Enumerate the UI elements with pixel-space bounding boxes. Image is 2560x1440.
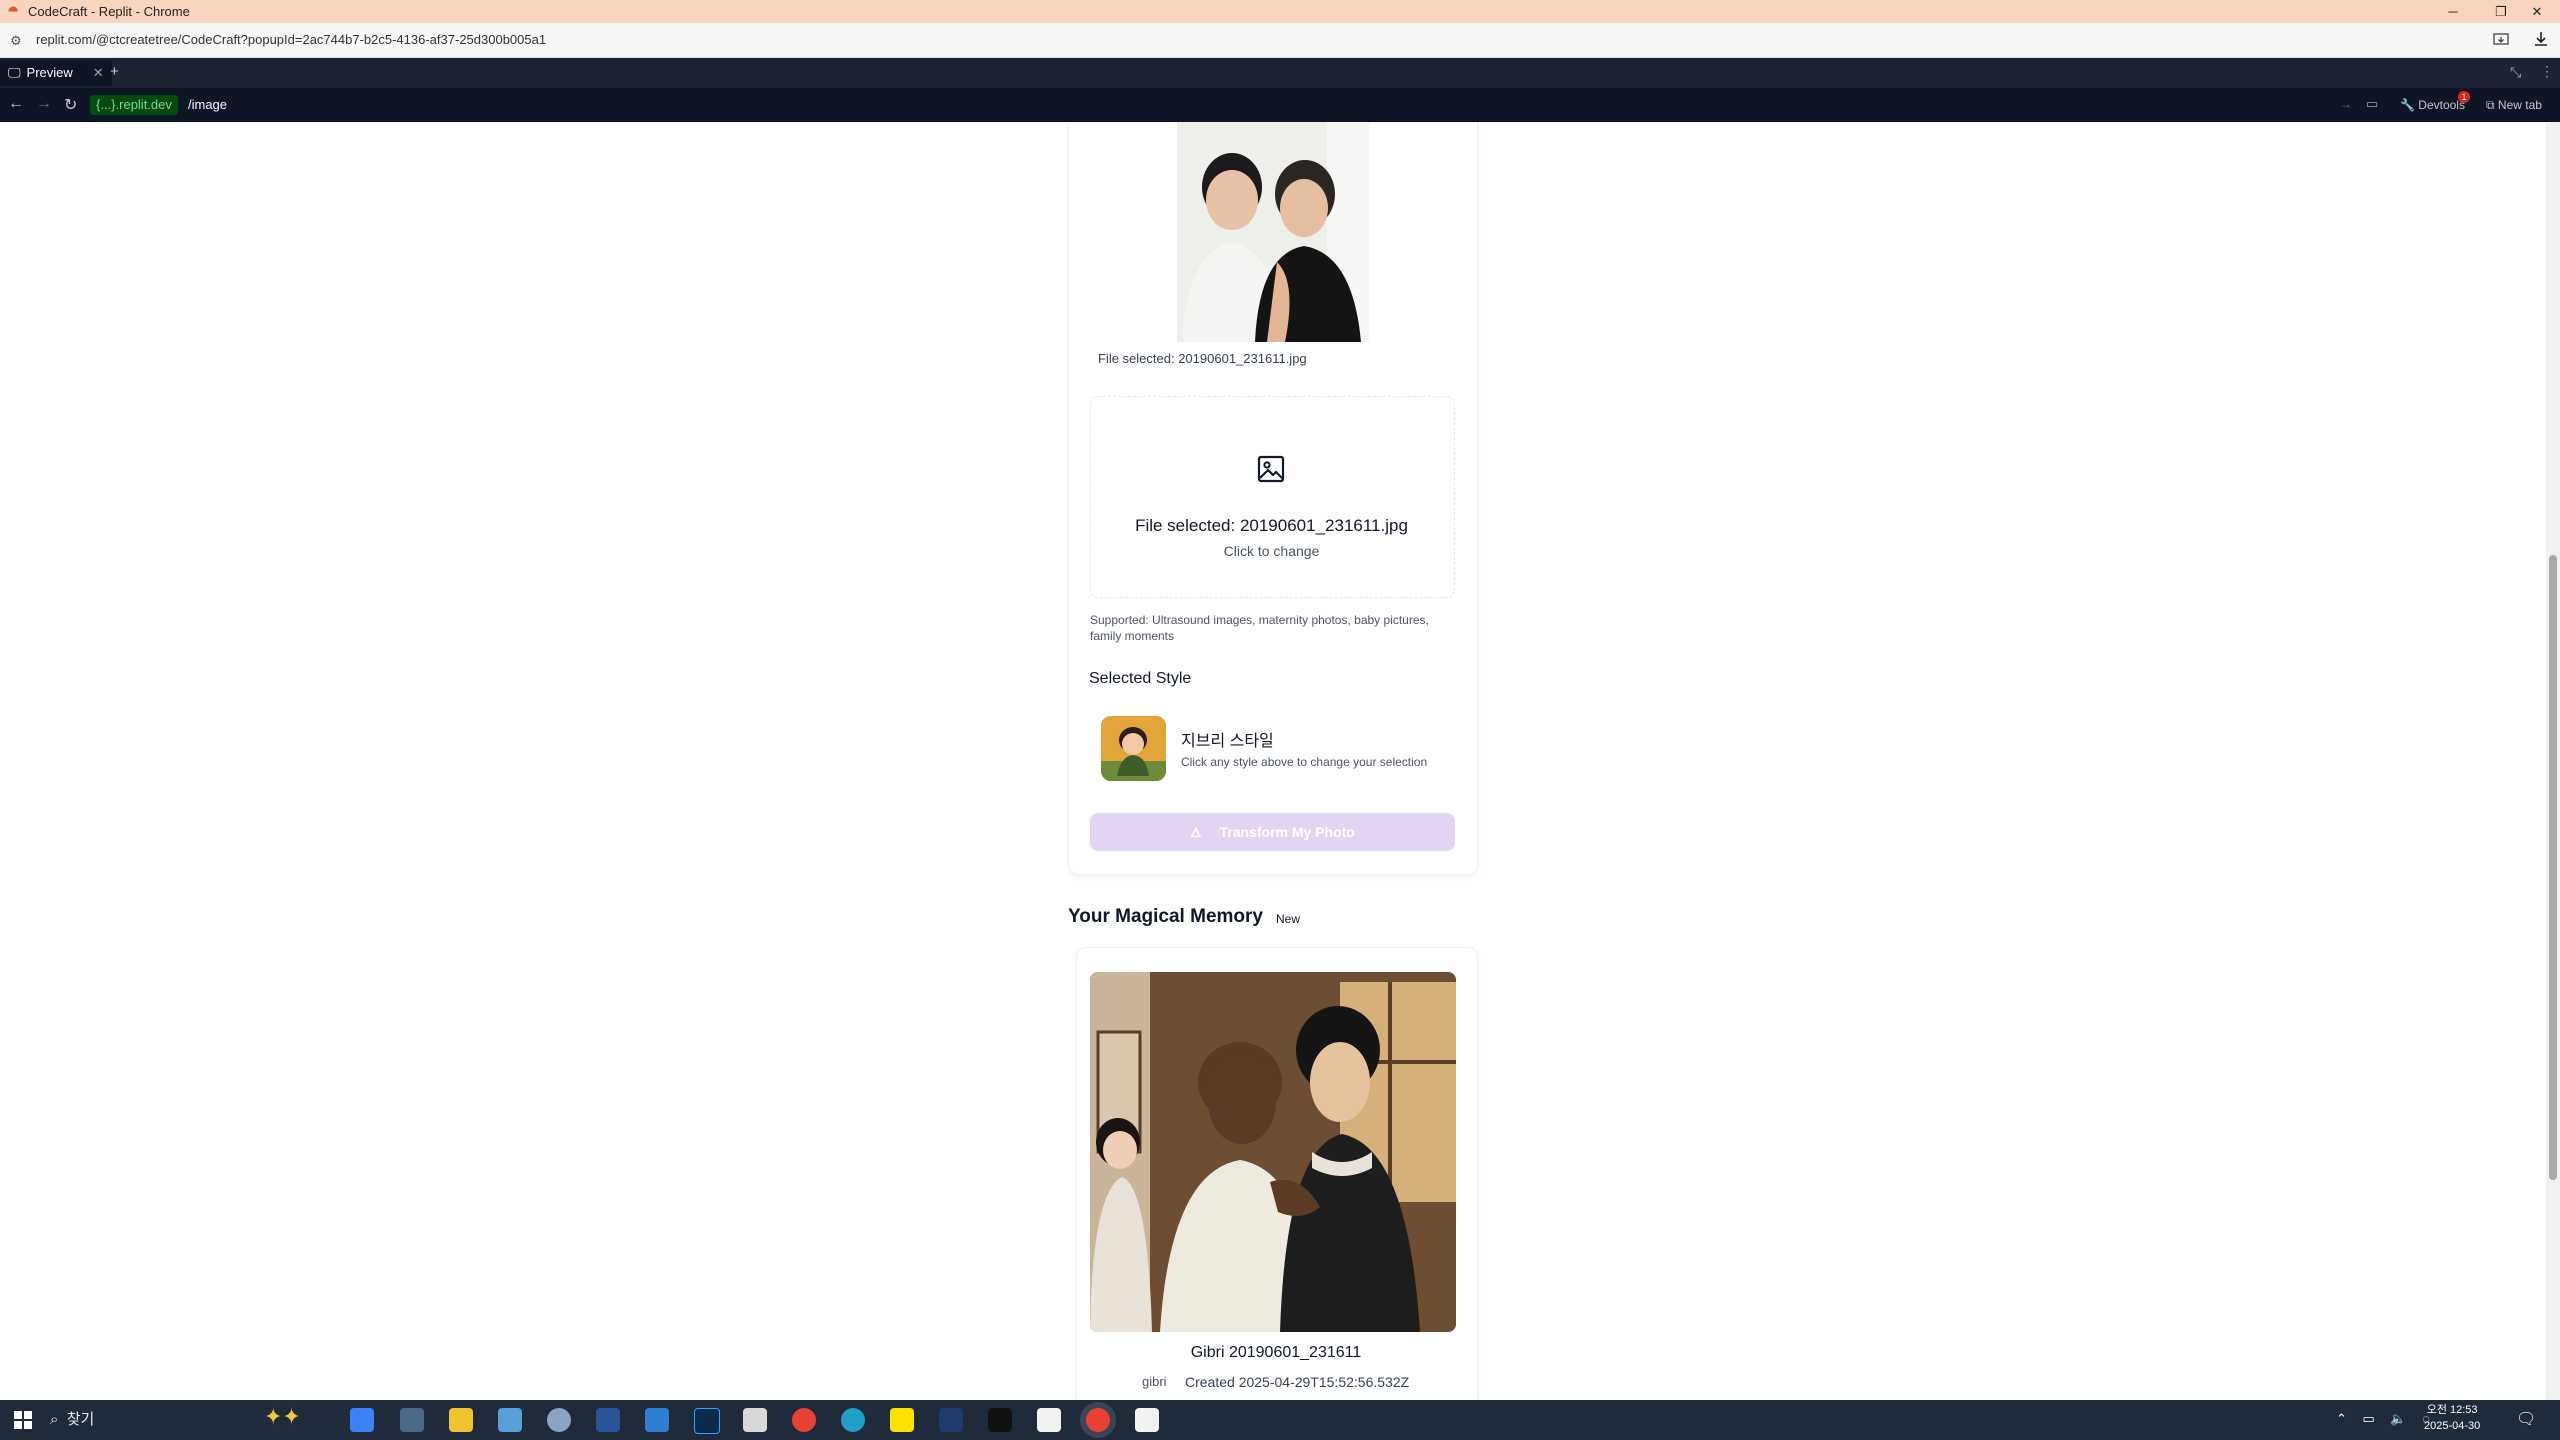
taskbar xyxy=(0,1400,2560,1440)
file-selected-caption: File selected: 20190601_231611.jpg xyxy=(1098,351,1307,366)
search-icon: ⌕ xyxy=(50,1411,59,1428)
notification-icon[interactable]: 🗨 xyxy=(2516,1409,2536,1429)
supported-formats-text: Supported: Ultrasound images, maternity … xyxy=(1090,613,1429,643)
calculator-icon[interactable] xyxy=(400,1408,424,1432)
result-title: Gibri 20190601_231611 xyxy=(1190,1344,1362,1361)
tab-preview[interactable]: 🖵 Preview ✕ xyxy=(0,60,112,86)
magical-memory-heading: Your Magical Memory xyxy=(1068,906,1263,927)
wand-icon: 🜂 xyxy=(1190,825,1202,840)
devtools-button[interactable]: 🔧 Devtools xyxy=(2400,95,2465,115)
preview-viewport: File selected: 20190601_231611.jpg File … xyxy=(0,122,2560,1400)
chrome-active-icon[interactable] xyxy=(1086,1408,1110,1432)
replit-logo-icon: ⯊ xyxy=(8,4,19,19)
store-icon[interactable] xyxy=(645,1408,669,1432)
reload-icon[interactable]: ↻ xyxy=(64,95,77,115)
camera-icon[interactable] xyxy=(743,1408,767,1432)
forward-arrow-icon[interactable]: → xyxy=(36,95,52,113)
kakaotalk-icon[interactable] xyxy=(890,1408,914,1432)
device-preview-icon[interactable]: ▭ xyxy=(2366,96,2378,112)
result-style-tag: gibri xyxy=(1142,1374,1167,1389)
clock-date: 2025-04-30 xyxy=(2424,1420,2481,1432)
windows-start-icon[interactable] xyxy=(14,1411,32,1429)
clock-time: 오전 12:53 xyxy=(2426,1404,2478,1416)
word-icon[interactable] xyxy=(596,1408,620,1432)
selected-style-hint: Click any style above to change your sel… xyxy=(1181,755,1428,769)
app-circle-icon[interactable] xyxy=(547,1408,571,1432)
image-dropzone[interactable] xyxy=(1090,396,1455,598)
notion-icon[interactable] xyxy=(1037,1408,1061,1432)
more-options-icon[interactable]: ⋮ xyxy=(2540,63,2554,80)
result-created-date: Created 2025-04-29T15:52:56.532Z xyxy=(1185,1374,1410,1390)
tab-preview-label: Preview xyxy=(26,65,73,80)
transform-photo-button[interactable]: 🜂 Transform My Photo xyxy=(1090,813,1455,851)
domain-chip[interactable]: {...}.replit.dev xyxy=(90,95,178,115)
dropzone-change-hint: Click to change xyxy=(1223,543,1320,559)
selected-style-heading: Selected Style xyxy=(1089,670,1192,687)
notion-2-icon[interactable] xyxy=(1135,1408,1159,1432)
open-new-tab-button[interactable]: ⧉ New tab xyxy=(2486,95,2542,115)
new-tab-label: New tab xyxy=(2497,98,2542,112)
preview-path-input[interactable]: /image xyxy=(188,97,227,112)
window-title: CodeCraft - Replit - Chrome xyxy=(28,4,190,19)
app-dark-icon[interactable] xyxy=(988,1408,1012,1432)
sparkle-icon[interactable]: ✦✦ xyxy=(264,1404,301,1430)
transform-photo-label: Transform My Photo xyxy=(1219,824,1355,840)
photoshop-icon[interactable] xyxy=(694,1408,720,1434)
window-titlebar xyxy=(0,0,2560,23)
edge-icon[interactable] xyxy=(841,1408,865,1432)
chrome-icon[interactable] xyxy=(792,1408,816,1432)
monitor-icon: 🖵 xyxy=(8,65,21,80)
back-arrow-icon[interactable]: ← xyxy=(8,95,24,113)
app-blue-icon[interactable] xyxy=(498,1408,522,1432)
devtools-badge: 1 xyxy=(2458,91,2470,103)
file-explorer-icon[interactable] xyxy=(449,1408,473,1432)
uploaded-photo-preview xyxy=(1177,122,1369,342)
taskbar-clock[interactable]: 오전 12:53 2025-04-30 xyxy=(2424,1402,2480,1434)
image-icon xyxy=(1257,455,1285,483)
taskbar-search-label: 찾기 xyxy=(66,1411,95,1428)
go-arrow-icon[interactable]: → xyxy=(2340,97,2352,111)
download-icon[interactable] xyxy=(2532,30,2550,48)
close-window-button[interactable]: ✕ xyxy=(2514,0,2560,23)
style-thumbnail xyxy=(1101,716,1166,781)
result-image[interactable] xyxy=(1090,972,1456,1332)
dropzone-file-name: File selected: 20190601_231611.jpg xyxy=(1135,516,1408,535)
close-tab-icon[interactable]: ✕ xyxy=(93,60,104,86)
collapse-icon[interactable]: ⤡ xyxy=(2510,64,2521,81)
terminal-icon[interactable] xyxy=(939,1408,963,1432)
selected-style-name: 지브리 스타일 xyxy=(1181,733,1274,750)
install-app-icon[interactable] xyxy=(2492,31,2510,49)
new-badge: New xyxy=(1276,912,1301,926)
minimize-button[interactable]: ─ xyxy=(2430,0,2476,23)
taskbar-search[interactable]: ⌕ 찾기 xyxy=(50,1406,94,1434)
site-info-icon[interactable]: ⚙ xyxy=(10,33,22,49)
replit-tab-bar xyxy=(0,58,2560,88)
add-tab-button[interactable]: + xyxy=(110,63,119,80)
url-text[interactable]: replit.com/@ctcreatetree/CodeCraft?popup… xyxy=(36,32,546,47)
scrollbar-thumb[interactable] xyxy=(2549,555,2557,1180)
preview-navigation-bar xyxy=(0,88,2560,122)
copilot-icon[interactable] xyxy=(350,1408,374,1432)
system-tray-icons[interactable]: ⌃ ▭ 🔈 ◌ xyxy=(2336,1411,2436,1427)
